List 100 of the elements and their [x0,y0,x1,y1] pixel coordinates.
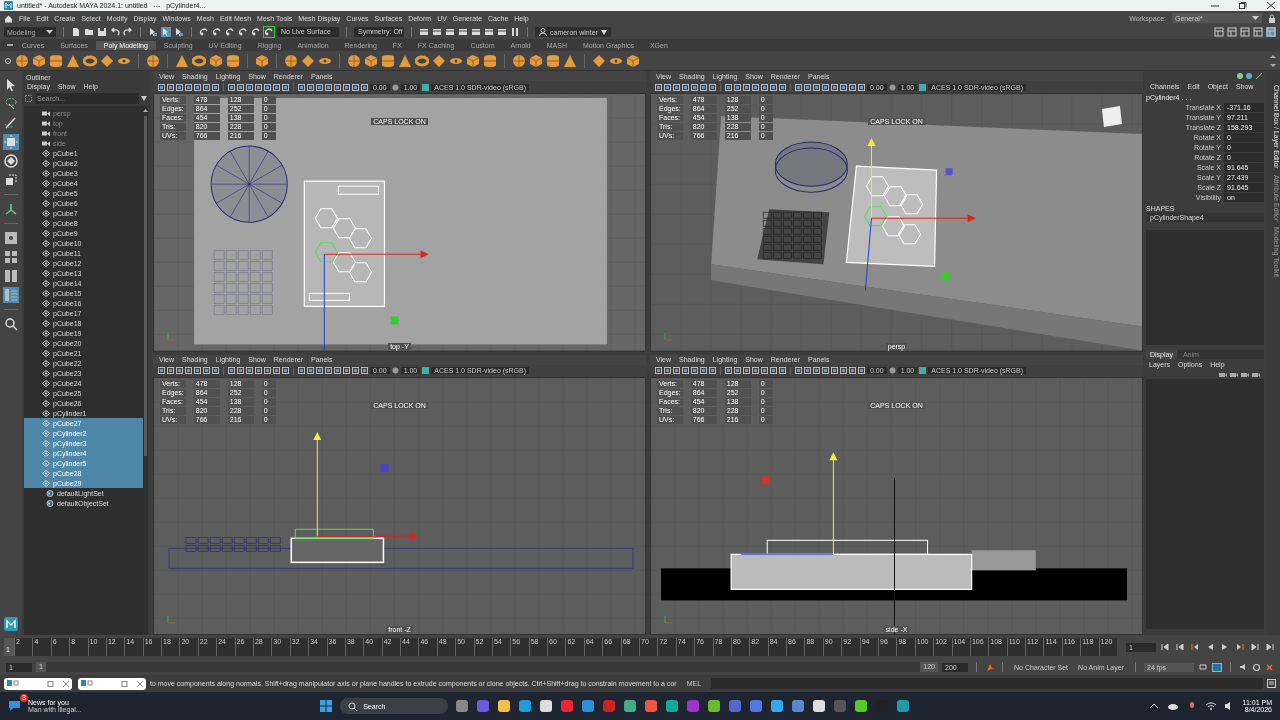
lasso-icon[interactable] [3,96,19,112]
loop-icon[interactable] [1198,663,1208,671]
undo-icon[interactable] [110,27,120,37]
new-layer-icon[interactable] [1252,371,1260,378]
gamma-icon[interactable] [391,367,399,374]
play-backward-icon[interactable] [1206,643,1214,651]
new-file-icon[interactable] [71,27,81,37]
selection-mask-icon[interactable] [148,27,158,37]
close-icon[interactable] [1266,1,1276,10]
auto-key-icon[interactable] [985,662,994,672]
layout-icon[interactable] [1240,27,1250,37]
step-forward-frame-icon[interactable] [1236,643,1244,651]
polygon-shape-icon[interactable] [66,53,80,68]
window-thumbnail[interactable] [4,677,72,690]
polygon-shape-icon[interactable] [255,53,269,68]
manipulator-icon[interactable] [3,201,19,217]
app-icon[interactable] [623,699,638,713]
app-icon[interactable] [812,699,827,713]
new-layer-icon[interactable] [1241,371,1249,378]
app-icon[interactable] [896,699,911,713]
speaker-icon[interactable] [1239,663,1248,671]
paint-brush-icon[interactable] [3,115,19,131]
layout-icon[interactable] [1214,27,1224,37]
layout-icon[interactable] [1227,27,1237,37]
app-icon[interactable] [518,699,533,713]
snap-icon[interactable] [225,27,235,37]
shelf-options-icon[interactable] [4,56,12,65]
app-icon[interactable] [539,699,554,713]
polygon-shape-icon[interactable] [284,53,298,68]
filter-icon[interactable] [25,95,32,102]
snap-icon[interactable] [199,27,209,37]
shelf-menu-icon[interactable] [6,41,14,49]
polygon-shape-icon[interactable] [175,53,189,68]
single-pane-icon[interactable] [3,230,19,246]
settings-icon[interactable] [1252,662,1261,672]
go-to-end-icon[interactable] [1266,643,1274,651]
new-layer-icon[interactable] [1219,371,1227,378]
scale-tool-icon[interactable] [3,172,19,188]
gamma-icon[interactable] [888,367,896,374]
viewport-scene-drawing[interactable] [651,377,1142,634]
home-icon[interactable] [4,13,13,23]
color-management-icon[interactable] [919,83,927,91]
gamma-icon[interactable] [888,83,896,91]
selection-mask-icon[interactable] [174,27,184,37]
app-icon[interactable] [497,699,512,713]
color-management-icon[interactable] [919,367,927,374]
start-icon[interactable] [319,699,334,713]
polygon-shape-icon[interactable] [432,53,446,68]
polygon-shape-icon[interactable] [415,53,429,68]
play-forward-icon[interactable] [1221,643,1229,651]
redo-icon[interactable] [123,27,133,37]
snap-icon[interactable] [251,27,261,37]
polygon-shape-icon[interactable] [209,53,223,68]
polygon-shape-icon[interactable] [512,53,526,68]
polygon-shape-icon[interactable] [301,53,315,68]
maya-logo-icon[interactable] [4,617,18,631]
gamma-icon[interactable] [391,83,399,91]
polygon-shape-icon[interactable] [347,53,361,68]
search-icon[interactable] [3,316,19,332]
polygon-shape-icon[interactable] [15,53,29,68]
polygon-shape-icon[interactable] [32,53,46,68]
lock-icon[interactable] [1268,13,1276,23]
app-icon[interactable] [665,699,680,713]
new-layer-icon[interactable] [1230,371,1238,378]
two-pane-icon[interactable] [3,268,19,284]
polygon-shape-icon[interactable] [192,53,206,68]
save-icon[interactable] [97,27,107,37]
step-forward-key-icon[interactable] [1251,643,1259,651]
script-editor-icon[interactable] [1267,679,1276,688]
wifi-icon[interactable] [1204,700,1217,712]
channel-tools-icon[interactable] [1236,72,1264,80]
rotate-tool-icon[interactable] [3,153,19,169]
polygon-shape-icon[interactable] [364,53,378,68]
polygon-shape-icon[interactable] [483,53,497,68]
polygon-shape-icon[interactable] [592,53,606,68]
step-back-frame-icon[interactable] [1191,643,1199,651]
polygon-shape-icon[interactable] [626,53,640,68]
layout-icon[interactable] [1253,27,1263,37]
polygon-shape-icon[interactable] [83,53,97,68]
viewport-scene-drawing[interactable] [651,94,1142,351]
polygon-shape-icon[interactable] [381,53,395,68]
polygon-shape-icon[interactable] [529,53,543,68]
app-icon[interactable] [707,699,722,713]
polygon-shape-icon[interactable] [563,53,577,68]
polygon-shape-icon[interactable] [146,53,160,68]
character-icon[interactable] [1265,662,1274,672]
step-back-key-icon[interactable] [1176,643,1184,651]
polygon-shape-icon[interactable] [398,53,412,68]
polygon-shape-icon[interactable] [49,53,63,68]
go-to-start-icon[interactable] [1161,643,1169,651]
four-pane-icon[interactable] [3,249,19,265]
scroll-arrows-icon[interactable] [1270,53,1276,68]
app-icon[interactable] [854,699,869,713]
polygon-shape-icon[interactable] [546,53,560,68]
snap-icon[interactable] [264,27,274,37]
polygon-shape-icon[interactable] [100,53,114,68]
snap-icon[interactable] [212,27,222,37]
snap-icon[interactable] [238,27,248,37]
cache-playback-icon[interactable] [1212,662,1222,672]
app-icon[interactable] [770,699,785,713]
